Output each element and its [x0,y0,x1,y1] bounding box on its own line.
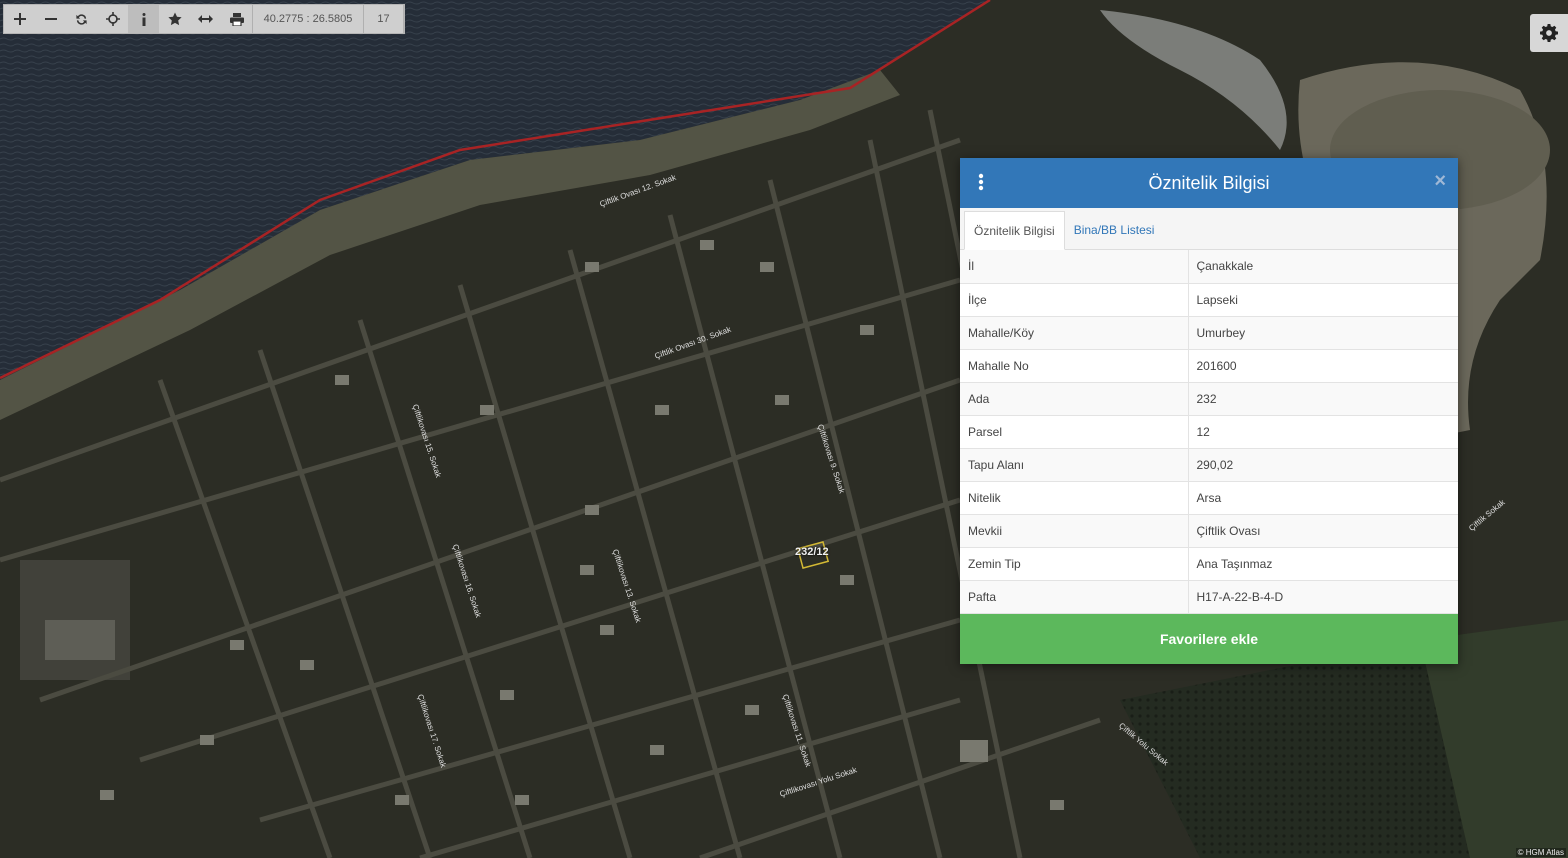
zoom-out-button[interactable] [35,5,66,33]
attribute-key: Parsel [960,415,1189,449]
add-to-favorites-button[interactable]: Favorilere ekle [960,613,1458,664]
table-row: Zemin Tip Ana Taşınmaz [960,547,1458,581]
table-row: İl Çanakkale [960,250,1458,284]
attribute-key: Zemin Tip [960,547,1189,581]
attribute-value: Lapseki [1188,283,1458,317]
measure-button[interactable] [190,5,221,33]
table-row: Mahalle/Köy Umurbey [960,316,1458,350]
tab-attribute-info[interactable]: Öznitelik Bilgisi [964,211,1065,250]
attribute-info-panel: Öznitelik Bilgisi × Öznitelik Bilgisi Bi… [960,158,1458,664]
settings-button[interactable] [1530,14,1568,52]
info-icon [142,12,145,26]
map-toolbar: 40.2775 : 26.5805 17 [3,4,405,34]
map-attribution: © HGM Atlas [1515,848,1566,857]
zoom-in-button[interactable] [4,5,35,33]
attribute-value: Çiftlik Ovası [1188,514,1458,548]
table-row: Mevkii Çiftlik Ovası [960,514,1458,548]
zoom-level: 17 [364,5,404,33]
panel-header: Öznitelik Bilgisi × [960,158,1458,208]
vertical-dots-icon [978,173,984,191]
parcel-label: 232/12 [795,546,829,558]
coordinate-readout: 40.2775 : 26.5805 [252,5,364,33]
gear-icon [1540,24,1558,42]
attribute-key: Mahalle No [960,349,1189,383]
attribute-value: Umurbey [1188,316,1458,350]
table-row: Tapu Alanı 290,02 [960,448,1458,482]
table-row: Parsel 12 [960,415,1458,449]
attribute-key: Tapu Alanı [960,448,1189,482]
attribute-value: 12 [1188,415,1458,449]
attribute-value: Arsa [1188,481,1458,515]
table-row: Nitelik Arsa [960,481,1458,515]
attribute-value: 201600 [1188,349,1458,383]
star-icon [167,12,182,26]
close-icon[interactable]: × [1434,171,1446,191]
print-button[interactable] [221,5,252,33]
table-row: Pafta H17-A-22-B-4-D [960,580,1458,614]
locate-button[interactable] [97,5,128,33]
attribute-key: İl [960,250,1189,284]
attribute-key: Pafta [960,580,1189,614]
attribute-key: Ada [960,382,1189,416]
attribute-key: Nitelik [960,481,1189,515]
attribute-value: 290,02 [1188,448,1458,482]
plus-icon [13,13,26,25]
tab-building-list[interactable]: Bina/BB Listesi [1065,211,1164,249]
panel-tabs: Öznitelik Bilgisi Bina/BB Listesi [960,208,1458,250]
table-row: Ada 232 [960,382,1458,416]
info-button[interactable] [128,5,159,33]
arrows-horizontal-icon [198,15,213,23]
panel-menu-button[interactable] [978,173,984,196]
refresh-icon [76,13,87,25]
attribute-table: İl Çanakkale İlçe Lapseki Mahalle/Köy Umurb… [960,250,1458,614]
attribute-key: İlçe [960,283,1189,317]
attribute-key: Mahalle/Köy [960,316,1189,350]
attribute-value: 232 [1188,382,1458,416]
attribute-key: Mevkii [960,514,1189,548]
crosshair-icon [105,12,120,26]
table-row: İlçe Lapseki [960,283,1458,317]
favorites-button[interactable] [159,5,190,33]
panel-title: Öznitelik Bilgisi [1148,172,1270,193]
refresh-button[interactable] [66,5,97,33]
minus-icon [44,18,57,20]
attribute-value: Çanakkale [1188,250,1458,284]
attribute-value: Ana Taşınmaz [1188,547,1458,581]
print-icon [229,12,244,26]
table-row: Mahalle No 201600 [960,349,1458,383]
attribute-value: H17-A-22-B-4-D [1188,580,1458,614]
